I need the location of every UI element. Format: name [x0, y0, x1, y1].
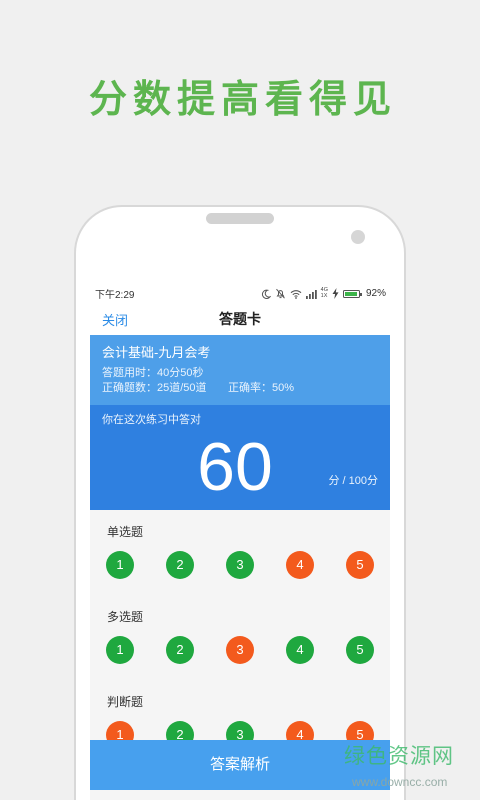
question-circle[interactable]: 1	[106, 551, 134, 579]
stats-line: 正确题数：25道/50道 正确率：50%	[102, 381, 378, 396]
status-bar: 下午2:29 4G 1X 92%	[90, 283, 390, 304]
score-value: 60	[197, 429, 273, 505]
nav-header: 关闭 答题卡	[90, 304, 390, 335]
question-circle[interactable]: 4	[286, 636, 314, 664]
question-row: 1 2 3 4 5	[90, 551, 390, 579]
accuracy: 正确率：50%	[228, 382, 295, 394]
watermark-url: www.downcc.com	[352, 775, 448, 789]
battery-icon	[342, 289, 362, 298]
question-circle[interactable]: 5	[346, 551, 374, 579]
question-circle[interactable]: 3	[226, 636, 254, 664]
network-type-bottom: 1X	[320, 292, 328, 299]
question-circle[interactable]: 2	[166, 636, 194, 664]
network-type: 4G 1X	[320, 287, 328, 299]
section-single-choice: 单选题 1 2 3 4 5	[90, 510, 390, 595]
question-circle[interactable]: 3	[226, 551, 254, 579]
phone-speaker	[206, 213, 274, 224]
bell-off-icon	[275, 288, 286, 299]
promo-headline: 分数提高看得见	[88, 79, 397, 121]
status-time: 下午2:29	[95, 290, 135, 301]
section-label: 多选题	[107, 610, 144, 624]
time-used: 答题用时：40分50秒	[102, 367, 204, 379]
phone-camera	[351, 230, 365, 244]
score-caption: 你在这次练习中答对	[102, 414, 201, 426]
page-title: 答题卡	[219, 311, 261, 327]
exam-summary: 会计基础-九月会考 答题用时：40分50秒 正确题数：25道/50道 正确率：50…	[90, 335, 390, 405]
question-circle[interactable]: 5	[346, 636, 374, 664]
question-circle[interactable]: 2	[166, 551, 194, 579]
battery-percent: 92%	[365, 288, 386, 299]
section-multiple-choice: 多选题 1 2 3 4 5	[90, 595, 390, 680]
correct-count: 正确题数：25道/50道	[102, 382, 207, 394]
score-panel: 你在这次练习中答对 60 分 / 100分	[90, 405, 390, 510]
moon-icon	[261, 289, 271, 299]
exam-name: 会计基础-九月会考	[102, 345, 211, 360]
section-label: 单选题	[107, 525, 144, 539]
wifi-icon	[290, 289, 302, 299]
app-screen: 下午2:29 4G 1X 92% 关闭 答题卡 会计基础-九月会考 答题用时：4…	[90, 283, 390, 800]
charging-icon	[332, 288, 339, 299]
status-icons: 4G 1X 92%	[261, 287, 386, 299]
question-row: 1 2 3 4 5	[90, 636, 390, 664]
signal-icon	[305, 289, 317, 299]
watermark-name: 绿色资源网	[344, 745, 454, 768]
question-circle[interactable]: 4	[286, 551, 314, 579]
score-unit: 分 / 100分	[328, 475, 378, 487]
question-circle[interactable]: 1	[106, 636, 134, 664]
close-button[interactable]: 关闭	[102, 310, 128, 329]
section-label: 判断题	[107, 695, 144, 709]
battery-level	[344, 291, 357, 296]
